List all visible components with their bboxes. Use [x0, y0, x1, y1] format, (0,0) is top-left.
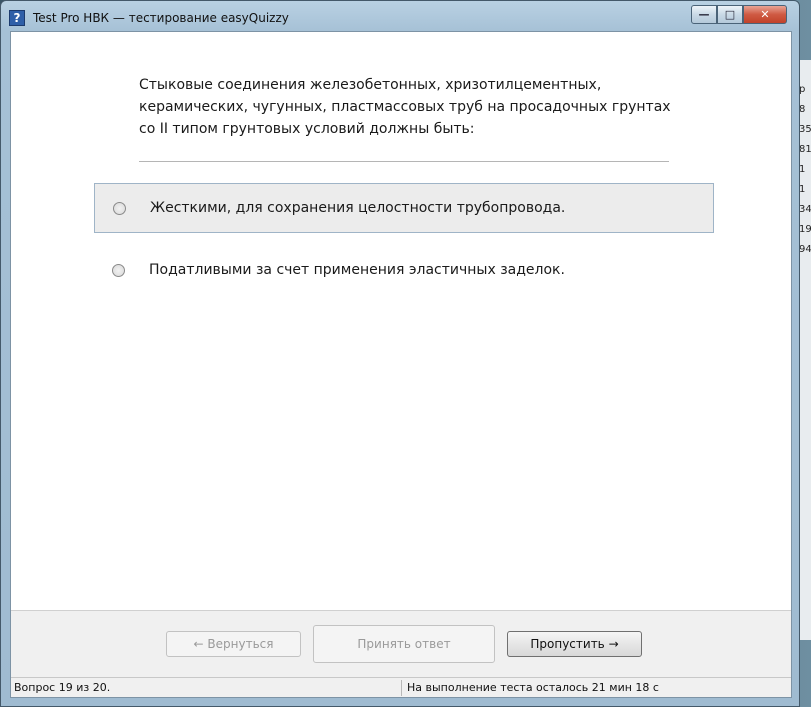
caption-buttons: — □ ✕ [691, 5, 787, 24]
title-bar[interactable]: ? Test Pro НВК — тестирование easyQuizzy… [1, 1, 799, 31]
minimize-icon: — [698, 8, 710, 21]
maximize-icon: □ [724, 8, 736, 21]
status-bar: Вопрос 19 из 20. На выполнение теста ост… [11, 677, 791, 697]
accept-answer-button[interactable]: Принять ответ [313, 625, 495, 663]
question-divider [139, 161, 669, 162]
button-panel: ← Вернуться Принять ответ Пропустить → [11, 610, 791, 677]
minimize-button[interactable]: — [691, 5, 717, 24]
maximize-button[interactable]: □ [717, 5, 743, 24]
question-progress: Вопрос 19 из 20. [14, 681, 111, 694]
answer-label: Жесткими, для сохранения целостности тру… [150, 200, 566, 216]
quiz-window: ? Test Pro НВК — тестирование easyQuizzy… [0, 0, 800, 707]
close-button[interactable]: ✕ [743, 5, 787, 24]
radio-button-icon[interactable] [112, 263, 125, 277]
answer-option-2[interactable]: Податливыми за счет применения эластичны… [94, 245, 714, 295]
close-icon: ✕ [760, 8, 770, 21]
question-text: Стыковые соединения железобетонных, хриз… [139, 77, 671, 137]
client-area: Стыковые соединения железобетонных, хриз… [10, 31, 792, 698]
answer-option-1[interactable]: Жесткими, для сохранения целостности тру… [94, 183, 714, 233]
answer-label: Податливыми за счет применения эластичны… [149, 262, 565, 278]
radio-button-icon[interactable] [113, 201, 126, 215]
window-title: Test Pro НВК — тестирование easyQuizzy [33, 11, 289, 25]
status-separator [401, 680, 402, 696]
time-remaining: На выполнение теста осталось 21 мин 18 с [407, 681, 659, 694]
skip-button[interactable]: Пропустить → [507, 631, 642, 657]
app-question-icon[interactable]: ? [9, 10, 25, 26]
back-button[interactable]: ← Вернуться [166, 631, 301, 657]
